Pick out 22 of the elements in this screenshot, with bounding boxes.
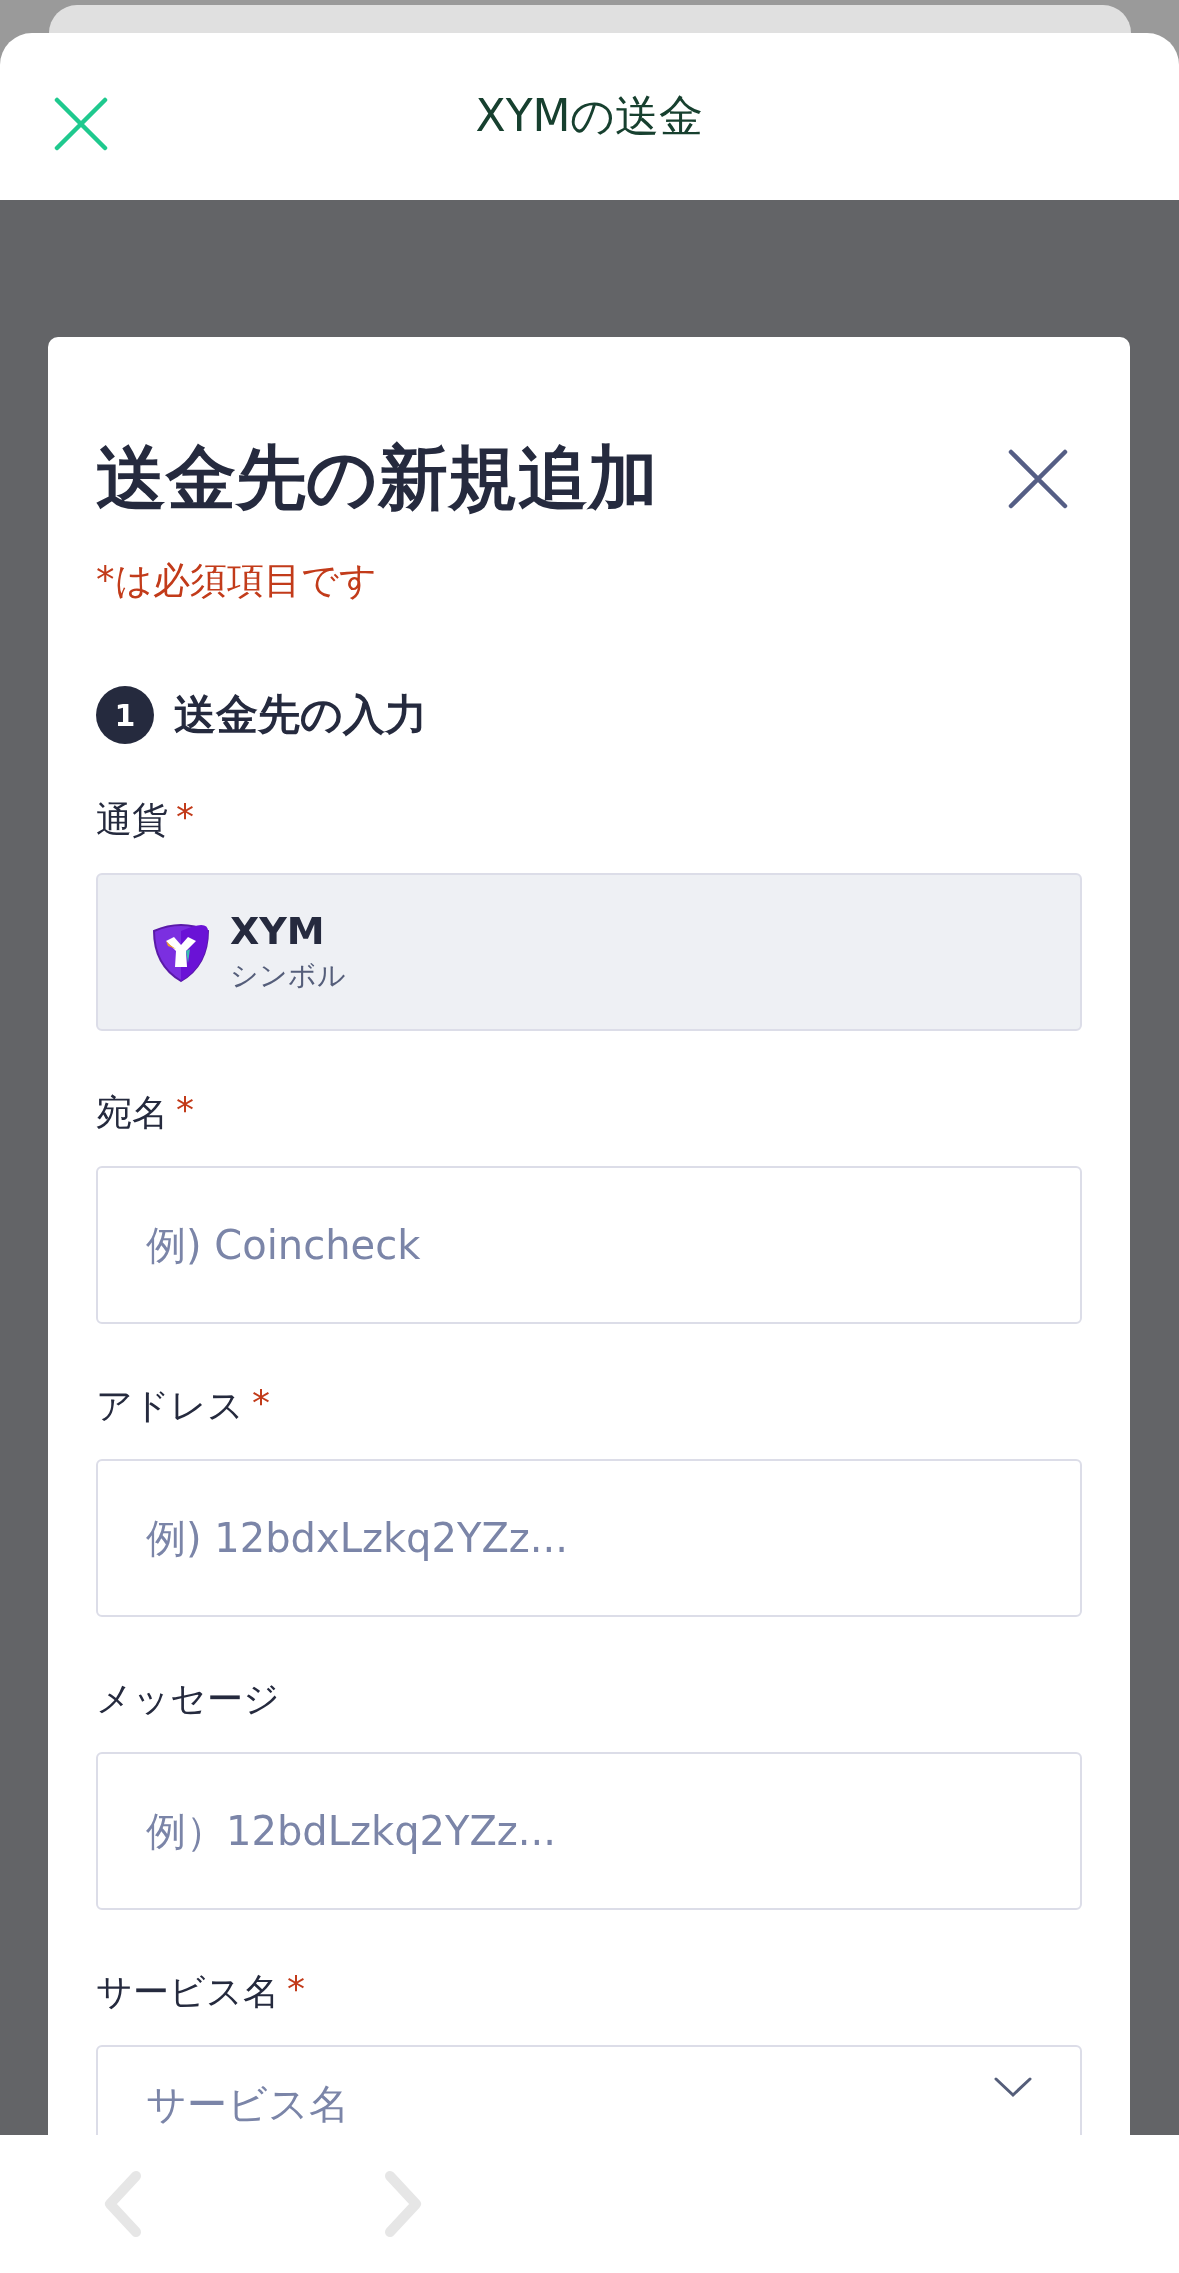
input-field[interactable]: 例) 12bdxLzkq2YZz... bbox=[96, 1459, 1082, 1617]
field-label: 通貨 bbox=[96, 798, 168, 842]
required-mark: * bbox=[287, 1968, 305, 2011]
required-mark: * bbox=[176, 796, 194, 839]
step-label: 送金先の入力 bbox=[174, 689, 427, 741]
required-mark: * bbox=[252, 1382, 270, 1425]
modal-title: 送金先の新規追加 bbox=[96, 436, 658, 521]
input-field[interactable]: 例）12bdLzkq2YZz... bbox=[96, 1752, 1082, 1910]
chevron-down-icon bbox=[994, 2077, 1032, 2099]
close-button[interactable] bbox=[1008, 449, 1068, 509]
currency-name: シンボル bbox=[230, 958, 346, 994]
field-label: アドレス bbox=[96, 1384, 244, 1428]
currency-symbol: XYM bbox=[230, 909, 326, 953]
input-field[interactable]: 例) Coincheck bbox=[96, 1166, 1082, 1324]
required-mark: * bbox=[176, 1089, 194, 1132]
header-title: XYMの送金 bbox=[475, 89, 704, 143]
step-number: 1 bbox=[96, 686, 154, 744]
required-note: *は必須項目です bbox=[96, 558, 378, 604]
field-label: 宛名 bbox=[96, 1091, 168, 1135]
field-label: メッセージ bbox=[96, 1677, 280, 1721]
field-label: サービス名 bbox=[96, 1970, 279, 2014]
shield-logo-icon bbox=[150, 921, 212, 983]
